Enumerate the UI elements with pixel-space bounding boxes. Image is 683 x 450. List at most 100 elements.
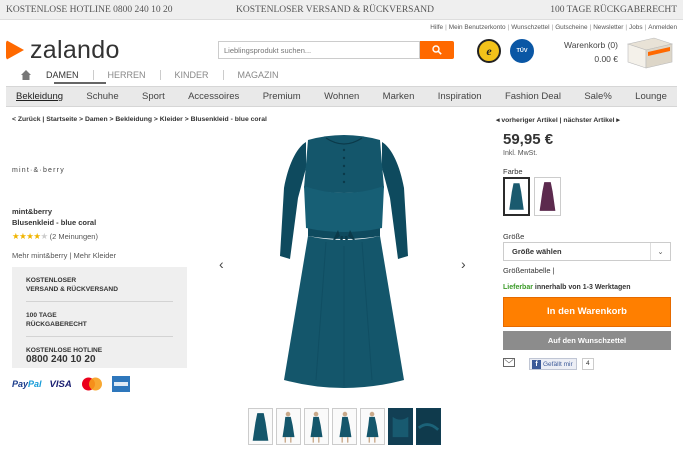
service-info-box: KOSTENLOSER VERSAND & RÜCKVERSAND 100 TA…	[12, 267, 187, 368]
nav-magazin[interactable]: MAGAZIN	[222, 70, 293, 80]
brand-logo[interactable]: mint·&·berry	[12, 167, 65, 174]
nav-damen[interactable]: DAMEN	[32, 70, 93, 80]
breadcrumb: < Zurück | Startseite > Damen > Bekleidu…	[12, 116, 267, 123]
mastercard-logo-icon	[81, 377, 102, 391]
facebook-icon: f	[532, 359, 541, 369]
nav-fashion-deal[interactable]: Fashion Deal	[505, 91, 561, 102]
thumbnail-detail[interactable]	[388, 408, 413, 445]
cart-summary[interactable]: Warenkorb (0) 0.00 €	[556, 40, 618, 64]
tuv-seal-icon[interactable]: TÜV	[510, 39, 534, 63]
link-jobs[interactable]: Jobs	[629, 24, 643, 31]
cart-value: 0.00 €	[594, 54, 618, 64]
info-line: VERSAND & RÜCKVERSAND	[26, 286, 118, 293]
next-article-link[interactable]: nächster Artikel	[563, 117, 614, 124]
info-hotline: KOSTENLOSE HOTLINE 0800 240 10 20	[26, 337, 173, 371]
size-select-value: Größe wählen	[512, 247, 562, 256]
prev-image-arrow-icon[interactable]: ‹	[219, 256, 224, 272]
breadcrumb-back[interactable]: < Zurück	[12, 116, 41, 123]
category-nav: Bekleidung Schuhe Sport Accessoires Prem…	[6, 86, 677, 107]
search-input[interactable]	[218, 41, 420, 59]
thumbnail-detail[interactable]	[416, 408, 441, 445]
next-image-arrow-icon[interactable]: ›	[461, 256, 466, 272]
more-links[interactable]: Mehr mint&berry | Mehr Kleider	[12, 251, 116, 260]
cart-title: Warenkorb (0)	[563, 40, 618, 50]
paypal-part: Pal	[28, 379, 42, 389]
nav-wohnen[interactable]: Wohnen	[324, 91, 359, 102]
facebook-like-button[interactable]: f Gefällt mir	[529, 358, 577, 370]
link-account[interactable]: Mein Benutzerkonto	[449, 24, 506, 31]
product-rating[interactable]: ★★★★★ (2 Meinungen)	[12, 231, 98, 242]
gender-nav: DAMEN HERREN KINDER MAGAZIN	[20, 68, 293, 82]
breadcrumb-item[interactable]: Bekleidung	[115, 116, 152, 123]
rating-stars-icon: ★★★★★	[12, 231, 48, 241]
breadcrumb-item[interactable]: Startseite	[46, 116, 77, 123]
thumbnail[interactable]	[276, 408, 301, 445]
nav-kinder[interactable]: KINDER	[159, 70, 223, 80]
shipping-text: KOSTENLOSER VERSAND & RÜCKVERSAND	[236, 5, 435, 15]
trusted-shops-seal-icon[interactable]: e	[477, 39, 501, 63]
availability-text: innerhalb von 1-3 Werktagen	[532, 284, 631, 291]
size-table-link[interactable]: Größentabelle |	[503, 266, 555, 275]
mail-icon[interactable]	[503, 358, 515, 367]
home-icon[interactable]	[20, 69, 32, 81]
hotline-text: KOSTENLOSE HOTLINE 0800 240 10 20	[6, 5, 173, 15]
nav-inspiration[interactable]: Inspiration	[438, 91, 482, 102]
link-wishlist[interactable]: Wunschzettel	[511, 24, 549, 31]
image-thumbnails	[248, 408, 441, 445]
payment-methods: PayPal VISA	[12, 376, 130, 392]
nav-accessoires[interactable]: Accessoires	[188, 91, 239, 102]
facebook-like-count: 4	[582, 358, 594, 370]
paypal-logo: PayPal	[12, 379, 42, 389]
nav-bekleidung[interactable]: Bekleidung	[16, 91, 63, 102]
review-count[interactable]: (2 Meinungen)	[50, 232, 98, 241]
product-main-image[interactable]	[266, 128, 422, 398]
search-bar	[218, 41, 454, 59]
color-label: Farbe	[503, 167, 523, 176]
link-help[interactable]: Hilfe	[430, 24, 443, 31]
prev-article-link[interactable]: vorheriger Artikel	[501, 117, 557, 124]
link-vouchers[interactable]: Gutscheine	[555, 24, 587, 31]
add-to-cart-button[interactable]: In den Warenkorb	[503, 297, 671, 327]
hotline-number: 0800 240 10 20	[26, 354, 96, 365]
nav-premium[interactable]: Premium	[263, 91, 301, 102]
zalando-logo[interactable]: zalando	[6, 36, 120, 64]
link-newsletter[interactable]: Newsletter	[593, 24, 623, 31]
thumbnail[interactable]	[304, 408, 329, 445]
color-swatch-teal[interactable]	[503, 177, 530, 216]
vat-note: Inkl. MwSt.	[503, 150, 538, 157]
product-brand: mint&berry	[12, 207, 53, 216]
search-button[interactable]	[420, 41, 454, 59]
thumbnail[interactable]	[248, 408, 273, 445]
product-price: 59,95 €	[503, 131, 554, 148]
info-free-shipping: KOSTENLOSER VERSAND & RÜCKVERSAND	[26, 267, 173, 302]
thumbnail[interactable]	[332, 408, 357, 445]
amex-logo-icon	[111, 376, 130, 392]
visa-logo: VISA	[49, 378, 72, 390]
facebook-like-label: Gefällt mir	[543, 360, 573, 368]
nav-sale[interactable]: Sale%	[584, 91, 611, 102]
account-links: Hilfe | Mein Benutzerkonto | Wunschzettel | Gu…	[430, 24, 677, 31]
nav-sport[interactable]: Sport	[142, 91, 165, 102]
size-select[interactable]: Größe wählen ⌄	[503, 242, 671, 261]
active-nav-indicator	[54, 82, 106, 84]
nav-schuhe[interactable]: Schuhe	[86, 91, 118, 102]
logo-triangle-icon	[6, 40, 24, 60]
nav-herren[interactable]: HERREN	[92, 70, 160, 80]
top-promo-bar: KOSTENLOSE HOTLINE 0800 240 10 20 KOSTEN…	[0, 0, 683, 20]
product-name: Blusenkleid - blue coral	[12, 218, 97, 227]
info-line: KOSTENLOSER	[26, 277, 77, 284]
cart-box-icon[interactable]	[624, 34, 676, 70]
availability-status: Lieferbar	[503, 284, 533, 291]
nav-lounge[interactable]: Lounge	[635, 91, 667, 102]
link-login[interactable]: Anmelden	[648, 24, 677, 31]
next-arrow-icon: ▸	[614, 117, 620, 124]
info-line: 100 TAGE	[26, 312, 57, 319]
breadcrumb-item[interactable]: Damen	[85, 116, 108, 123]
paypal-part: Pay	[12, 379, 29, 389]
chevron-down-icon: ⌄	[650, 243, 670, 260]
color-swatch-purple[interactable]	[534, 177, 561, 216]
thumbnail[interactable]	[360, 408, 385, 445]
breadcrumb-item[interactable]: Kleider	[160, 116, 183, 123]
add-to-wishlist-button[interactable]: Auf den Wunschzettel	[503, 331, 671, 350]
nav-marken[interactable]: Marken	[383, 91, 415, 102]
